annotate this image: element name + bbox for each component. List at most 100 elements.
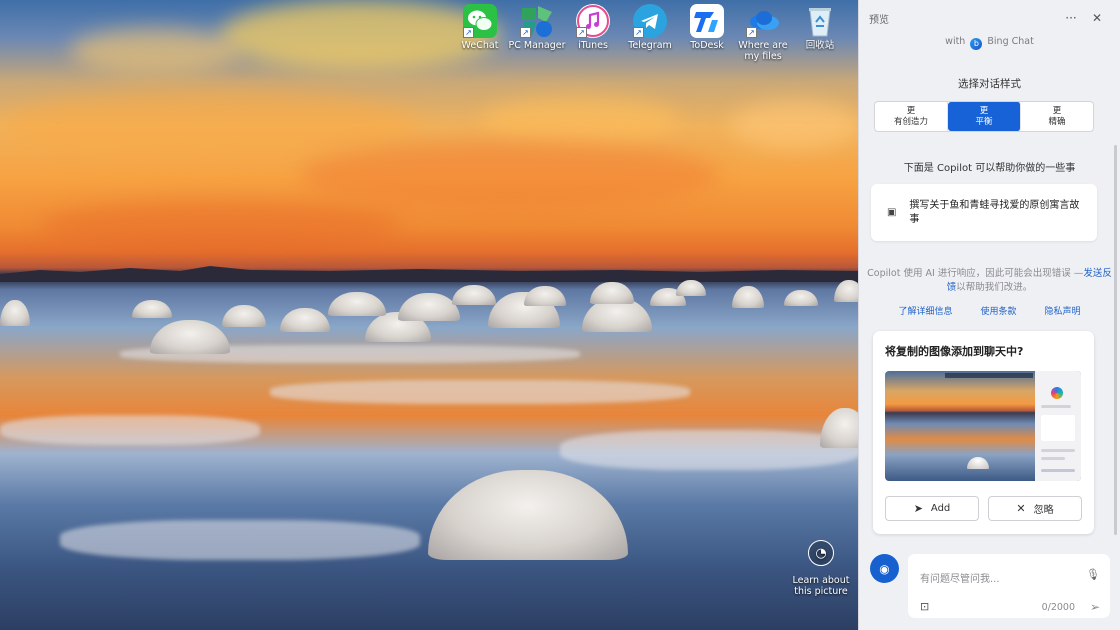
close-icon[interactable]: ✕ xyxy=(1084,11,1110,25)
ignore-button[interactable]: ✕ 忽略 xyxy=(988,496,1082,521)
copilot-logo-icon xyxy=(1051,387,1063,399)
camera-icon: ◔ xyxy=(808,540,834,566)
style-precise-button[interactable]: 更 精确 xyxy=(1021,102,1093,131)
pc-manager-icon: ↗ xyxy=(520,4,554,38)
salt-pile xyxy=(524,286,566,306)
scrollbar[interactable] xyxy=(1114,145,1117,535)
salt-pile xyxy=(328,292,386,316)
shortcut-arrow-icon: ↗ xyxy=(463,27,474,38)
learn-more-link[interactable]: 了解详细信息 xyxy=(894,304,956,317)
learn-about-picture-button[interactable]: ◔ Learn about this picture xyxy=(786,540,856,597)
disclaimer-text-end: 以帮助我们改进。 xyxy=(956,282,1033,293)
style-bottom: 有创造力 xyxy=(893,117,928,127)
style-creative-button[interactable]: 更 有创造力 xyxy=(875,102,948,131)
clipboard-icon: ▣ xyxy=(887,206,897,218)
footer-links: 了解详细信息 使用条款 隐私声明 xyxy=(859,304,1120,317)
thumbnail-line xyxy=(1041,405,1071,408)
shortcut-arrow-icon: ↗ xyxy=(576,27,587,38)
image-scan-icon[interactable]: ⊡ xyxy=(920,600,929,613)
terms-link[interactable]: 使用条款 xyxy=(976,304,1020,317)
itunes-icon: ↗ xyxy=(576,4,610,38)
salt-pile xyxy=(280,308,330,332)
new-topic-button[interactable]: ◉ xyxy=(870,554,899,583)
chat-input-placeholder: 有问题尽管问我... xyxy=(920,574,1000,585)
todesk-icon xyxy=(690,4,724,38)
bing-chat-label: Bing Chat xyxy=(987,36,1034,47)
salt-pile xyxy=(398,293,460,321)
telegram-icon: ↗ xyxy=(633,4,667,38)
salt-flat xyxy=(0,415,260,445)
close-icon: ✕ xyxy=(1016,502,1026,515)
salt-pile xyxy=(452,285,496,305)
onedrive-icon: ↗ xyxy=(746,4,780,38)
style-bottom: 精确 xyxy=(1048,117,1066,127)
cloud xyxy=(300,140,720,210)
style-top: 更 xyxy=(1052,106,1062,116)
learn-about-label: Learn about this picture xyxy=(792,575,850,597)
suggestion-card[interactable]: ▣ 撰写关于鱼和青蛙寻找爱的原创寓言故事 xyxy=(871,184,1097,241)
salt-pile xyxy=(132,300,172,318)
copied-image-thumbnail[interactable] xyxy=(885,371,1081,481)
with-bing-chat: with b Bing Chat xyxy=(859,36,1120,50)
add-image-title: 将复制的图像添加到聊天中? xyxy=(885,345,1024,358)
thumbnail-pane xyxy=(1035,371,1081,481)
cloud xyxy=(40,200,400,250)
desktop-icon-label: ToDesk xyxy=(690,40,724,51)
desktop-icon-label: iTunes xyxy=(578,40,608,51)
salt-pile xyxy=(0,300,30,326)
add-image-card: 将复制的图像添加到聊天中? ➤ Add ✕ 忽略 xyxy=(873,331,1094,534)
chat-input[interactable]: 有问题尽管问我... 🎙 ⊡ 0/2000 ➢ xyxy=(908,554,1110,618)
microphone-icon[interactable]: 🎙 xyxy=(1086,568,1100,581)
send-arrow-icon: ➤ xyxy=(913,502,923,515)
thumbnail-line xyxy=(1041,469,1075,472)
cloud xyxy=(480,95,680,145)
send-icon[interactable]: ➢ xyxy=(1090,600,1100,614)
thumbnail-icon-strip xyxy=(945,373,1033,378)
help-title: 下面是 Copilot 可以帮助你做的一些事 xyxy=(903,163,1076,174)
desktop-icon-label: WeChat xyxy=(461,40,499,51)
thumbnail-salt-pile xyxy=(967,457,989,469)
cloud xyxy=(70,28,240,73)
suggestion-text: 撰写关于鱼和青蛙寻找爱的原创寓言故事 xyxy=(909,199,1080,225)
style-top: 更 xyxy=(979,106,989,116)
card-actions: ➤ Add ✕ 忽略 xyxy=(885,496,1082,521)
chat-input-area: ◉ 有问题尽管问我... 🎙 ⊡ 0/2000 ➢ xyxy=(859,548,1120,630)
style-top: 更 xyxy=(906,106,916,116)
desktop-icon-label: PC Manager xyxy=(508,40,566,51)
more-options-icon[interactable]: ··· xyxy=(1058,11,1084,25)
desktop-wallpaper: ↗ WeChat ↗ PC Manager ↗ iTunes ↗ Telegra… xyxy=(0,0,858,630)
new-topic-icon: ◉ xyxy=(879,561,890,576)
disclaimer: Copilot 使用 AI 进行响应，因此可能会出现错误 —发送反馈以帮助我们改… xyxy=(867,267,1112,295)
privacy-link[interactable]: 隐私声明 xyxy=(1041,304,1085,317)
salt-pile xyxy=(222,305,266,327)
desktop-icon-label: Telegram xyxy=(628,40,672,51)
character-counter: 0/2000 xyxy=(1041,602,1075,613)
wechat-icon: ↗ xyxy=(463,4,497,38)
salt-pile xyxy=(590,282,634,304)
style-bottom: 平衡 xyxy=(975,117,993,127)
thumbnail-line xyxy=(1041,457,1065,460)
bing-logo-icon: b xyxy=(970,38,983,50)
salt-flat xyxy=(270,380,690,404)
disclaimer-text: Copilot 使用 AI 进行响应，因此可能会出现错误 — xyxy=(867,268,1084,279)
pane-title: 预览 xyxy=(869,14,889,26)
salt-pile xyxy=(150,320,230,354)
add-button[interactable]: ➤ Add xyxy=(885,496,979,521)
shortcut-arrow-icon: ↗ xyxy=(520,27,531,38)
salt-pile xyxy=(784,290,818,306)
salt-pile xyxy=(676,280,706,296)
ignore-label: 忽略 xyxy=(1033,505,1054,516)
thumbnail-box xyxy=(1041,415,1075,441)
thumbnail-line xyxy=(1041,449,1075,452)
salt-pile xyxy=(732,286,764,308)
shortcut-arrow-icon: ↗ xyxy=(633,27,644,38)
copilot-topbar: 预览 ··· ✕ xyxy=(859,0,1120,36)
cloud xyxy=(0,90,420,160)
style-balanced-button[interactable]: 更 平衡 xyxy=(948,102,1021,131)
with-label: with xyxy=(945,36,966,47)
recycle-bin-icon xyxy=(803,4,837,38)
cloud xyxy=(730,100,858,150)
desktop-icon-recycle-bin[interactable]: 回收站 xyxy=(787,4,853,51)
conversation-style-selector: 更 有创造力 更 平衡 更 精确 xyxy=(874,101,1094,132)
add-label: Add xyxy=(930,503,951,514)
